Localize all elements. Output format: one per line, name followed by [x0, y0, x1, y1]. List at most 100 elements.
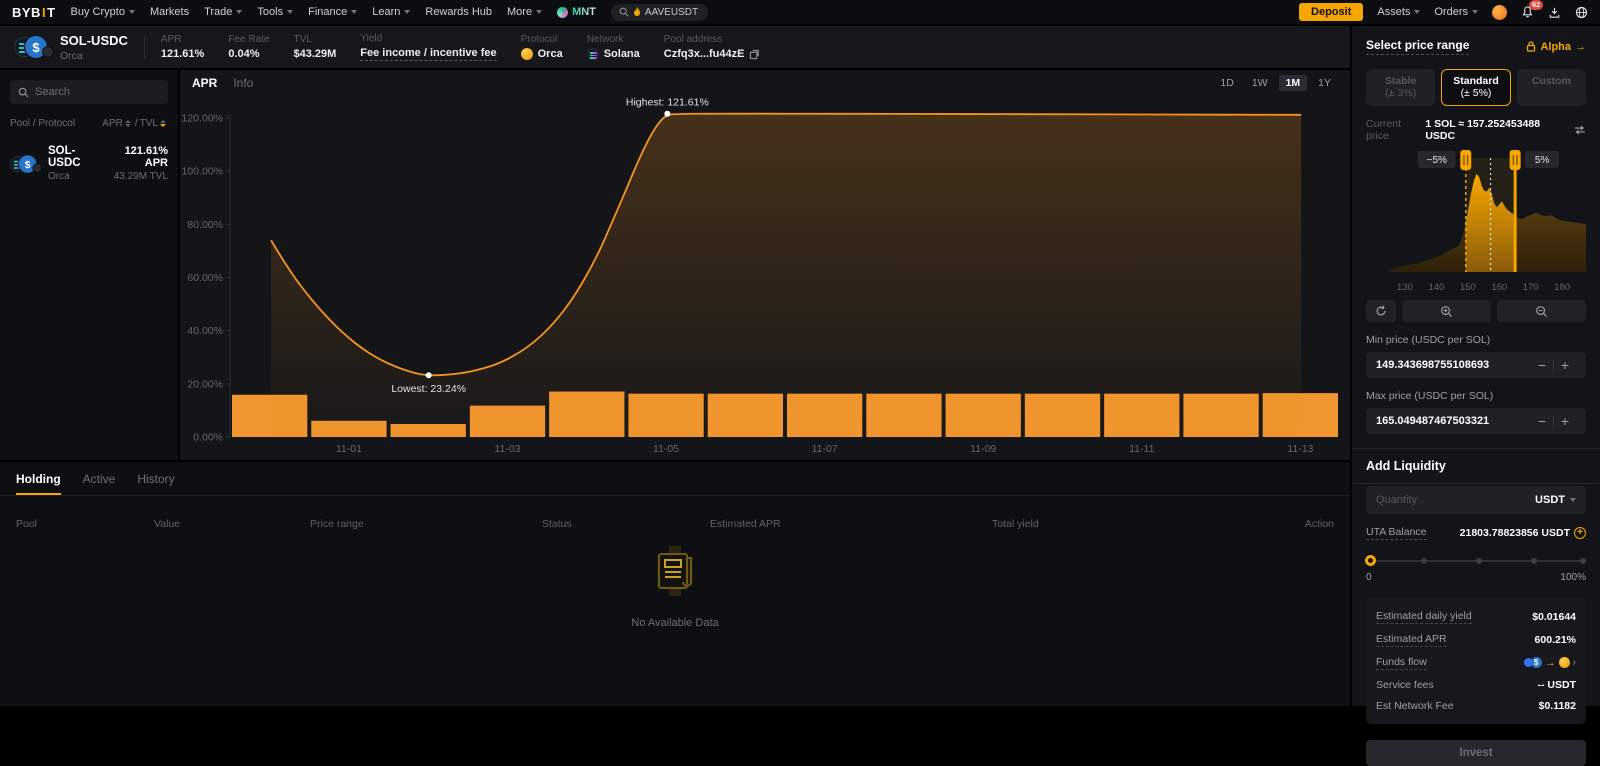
chart-tab-info[interactable]: Info [233, 76, 253, 90]
positions-tab-history[interactable]: History [137, 472, 174, 495]
amount-slider[interactable] [1366, 554, 1586, 568]
nav-item-label: Markets [150, 6, 189, 18]
copy-icon[interactable] [749, 49, 760, 60]
orca-icon [521, 48, 533, 60]
range-button-1y[interactable]: 1Y [1311, 75, 1338, 91]
pool-list-item[interactable]: $ SOL-USDCOrca121.61% APR43.29M TVL [10, 145, 168, 182]
orders-label: Orders [1434, 6, 1468, 18]
svg-text:11-13: 11-13 [1287, 443, 1313, 455]
stat-value: 0.04% [228, 48, 269, 60]
svg-text:11-03: 11-03 [494, 443, 520, 455]
min-price-increase-button[interactable]: + [1554, 357, 1576, 373]
add-funds-icon[interactable]: + [1574, 527, 1586, 539]
mnt-link[interactable]: MNT [557, 6, 596, 18]
pool-pair-icon: $ [14, 34, 52, 60]
estimate-label: Service fees [1376, 679, 1434, 691]
sort-apr-label[interactable]: APR [102, 118, 123, 129]
logo-left: BYB [12, 5, 41, 20]
deposit-button[interactable]: Deposit [1299, 3, 1363, 21]
usdc-coin-icon: $ [1531, 657, 1542, 668]
zoom-in-button[interactable] [1402, 300, 1491, 322]
nav-item-buy-crypto[interactable]: Buy Crypto [71, 6, 135, 18]
nav-item-more[interactable]: More [507, 6, 542, 18]
reset-range-button[interactable] [1366, 300, 1396, 322]
current-price-value: 1 SOL ≈ 157.252453488 USDC [1425, 118, 1569, 142]
nav-item-finance[interactable]: Finance [308, 6, 357, 18]
invest-button[interactable]: Invest [1366, 740, 1586, 766]
download-button[interactable] [1548, 6, 1561, 19]
stat-label: Protocol [521, 34, 563, 45]
bybit-logo[interactable]: BYBIT [12, 5, 56, 20]
range-mode-custom[interactable]: Custom [1517, 69, 1586, 106]
positions-tab-active[interactable]: Active [83, 472, 116, 495]
liquidity-distribution-chart[interactable]: −5%5%130140150160170180 [1366, 150, 1586, 296]
nav-item-rewards-hub[interactable]: Rewards Hub [425, 6, 492, 18]
range-button-1d[interactable]: 1D [1213, 75, 1240, 91]
positions-table-header: PoolValuePrice rangeStatusEstimated APRT… [0, 510, 1350, 540]
swap-icon[interactable] [1574, 125, 1586, 135]
nav-item-tools[interactable]: Tools [257, 6, 293, 18]
sort-tvl-label[interactable]: TVL [140, 118, 158, 129]
pool-search-input[interactable]: Search [10, 80, 168, 104]
protocol-mini-icon [42, 46, 54, 58]
sort-tvl-icon[interactable] [160, 120, 166, 127]
slider-knob[interactable] [1365, 555, 1376, 566]
left-range-handle[interactable] [1460, 150, 1471, 170]
pool-list-sidebar: Search Pool / Protocol APR / TVL $ SOL-U… [0, 70, 178, 460]
min-price-decrease-button[interactable]: − [1531, 357, 1553, 373]
svg-text:5%: 5% [1535, 155, 1550, 166]
orca-icon [1559, 657, 1570, 668]
range-button-1m[interactable]: 1M [1279, 75, 1308, 91]
uta-balance-value: 21803.78823856 USDT [1460, 527, 1570, 539]
pool-protocol: Orca [48, 171, 104, 182]
stat-value: Orca [521, 48, 563, 60]
download-icon [1548, 6, 1561, 19]
notifications-button[interactable]: 62 [1521, 5, 1534, 19]
language-button[interactable] [1575, 6, 1588, 19]
chevron-down-icon [404, 10, 410, 14]
nav-item-orders[interactable]: Orders [1434, 6, 1478, 18]
min-price-input[interactable]: 149.343698755108693 [1376, 359, 1531, 371]
divider [1352, 483, 1600, 484]
nav-item-trade[interactable]: Trade [204, 6, 242, 18]
currency-selector[interactable]: USDT [1535, 494, 1565, 506]
svg-text:100.00%: 100.00% [182, 166, 223, 178]
sort-apr-icon[interactable] [125, 120, 131, 127]
zoom-out-button[interactable] [1497, 300, 1586, 322]
max-price-increase-button[interactable]: + [1554, 413, 1576, 429]
estimate-value: $→› [1523, 657, 1576, 669]
nav-search[interactable]: AAVEUSDT [611, 4, 708, 21]
nav-item-learn[interactable]: Learn [372, 6, 410, 18]
range-mode-standard[interactable]: Standard(± 5%) [1441, 69, 1510, 106]
nav-item-markets[interactable]: Markets [150, 6, 189, 18]
positions-tab-holding[interactable]: Holding [16, 472, 61, 495]
globe-icon [1575, 6, 1588, 19]
estimate-row-service-fees: Service fees-- USDT [1376, 674, 1576, 695]
column-header-action: Action [1305, 518, 1334, 530]
sort-controls: APR / TVL [102, 118, 168, 129]
range-button-1w[interactable]: 1W [1245, 75, 1275, 91]
quantity-field[interactable]: Quantity USDT [1366, 486, 1586, 514]
chevron-down-icon [236, 10, 242, 14]
stat-label: Fee Rate [228, 34, 269, 45]
max-price-decrease-button[interactable]: − [1531, 413, 1553, 429]
notification-badge: 62 [1529, 0, 1543, 10]
stat-label: Yield [360, 33, 496, 44]
pool-protocol-column-label: Pool / Protocol [10, 118, 75, 129]
positions-panel: Holding Active History PoolValuePrice rang… [0, 462, 1350, 706]
chart-tab-apr[interactable]: APR [192, 76, 217, 90]
stat-label: Network [587, 34, 640, 45]
right-range-handle[interactable] [1510, 150, 1521, 170]
max-price-input[interactable]: 165.049487467503321 [1376, 415, 1531, 427]
stat-text: Orca [538, 48, 563, 60]
divider [0, 495, 1350, 496]
avatar[interactable] [1492, 5, 1507, 20]
range-chip-left: −5% [1418, 151, 1456, 168]
range-mode-stable[interactable]: Stable(± 3%) [1366, 69, 1435, 106]
alpha-link[interactable]: Alpha → [1526, 41, 1586, 53]
chevron-right-icon[interactable]: › [1573, 657, 1576, 668]
stat-text: Czfq3x...fu44zE [664, 48, 745, 60]
svg-text:60.00%: 60.00% [187, 272, 223, 284]
nav-item-assets[interactable]: Assets [1377, 6, 1420, 18]
svg-text:170: 170 [1523, 282, 1539, 293]
